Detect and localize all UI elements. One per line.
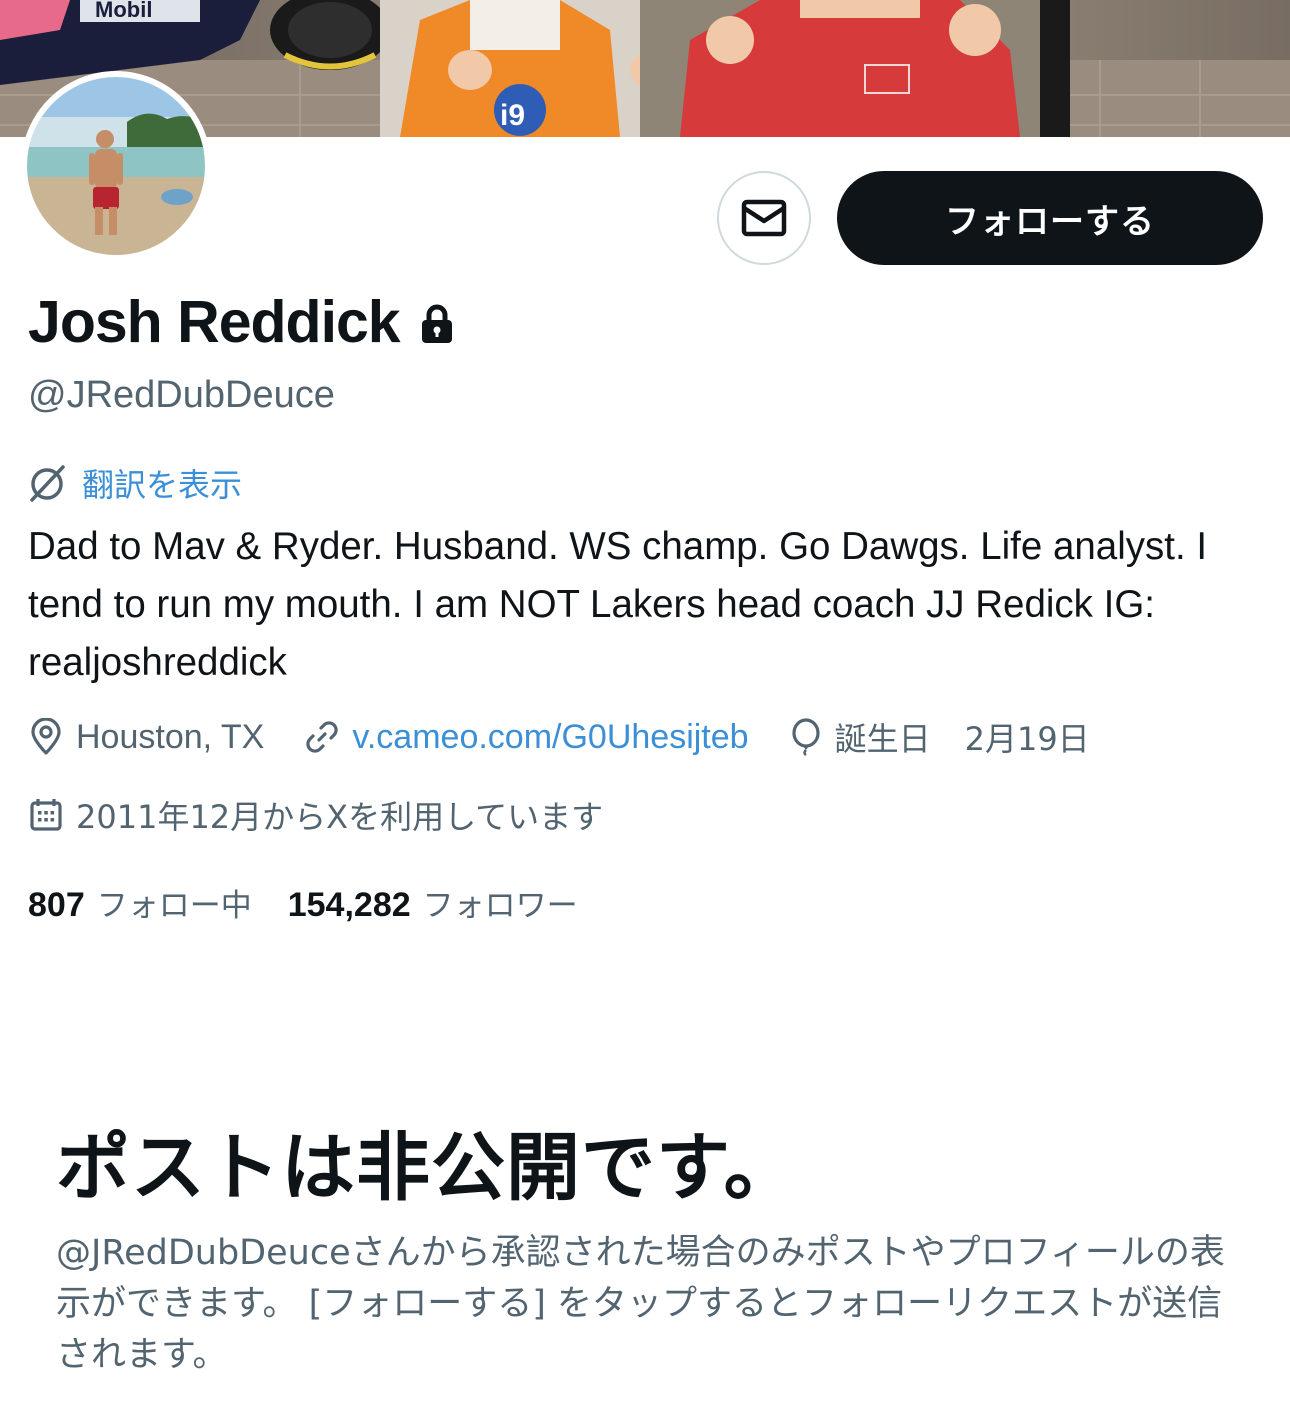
private-posts-title: ポストは非公開です。 [56,1125,799,1211]
following-stat[interactable]: 807 フォロー中 [28,880,252,925]
followers-stat[interactable]: 154,282 フォロワー [288,880,578,925]
join-date: 2011年12月からXを利用しています [28,792,603,838]
balloon-icon [789,718,823,756]
svg-text:i9: i9 [500,99,525,132]
envelope-icon [741,199,787,237]
birthday-date: 2月19日 [964,720,1090,758]
followers-count: 154,282 [287,886,411,924]
following-count: 807 [28,886,85,924]
profile-name: Josh Reddick [28,289,401,355]
calendar-icon [28,797,64,833]
profile-meta-row: Houston, TX v.cameo.com/G0Uhesijteb 誕生日 … [28,714,1130,760]
join-date-text: 2011年12月からXを利用しています [76,798,604,836]
link-icon [304,719,340,755]
location-text: Houston, TX [76,717,265,756]
follow-stats: 807 フォロー中 154,282 フォロワー [28,880,614,925]
profile-bio: Dad to Mav & Ryder. Husband. WS champ. G… [28,525,1208,684]
website[interactable]: v.cameo.com/G0Uhesijteb [304,718,749,757]
lock-icon [420,304,454,344]
birthday: 誕生日 2月19日 [789,714,1090,760]
message-button[interactable] [717,171,811,265]
followers-label: フォロワー [422,888,578,924]
private-posts-description: @JRedDubDeuceさんから承認された場合のみポストやプロフィールの表示が… [56,1233,1225,1375]
translate-label: 翻訳を表示 [82,466,243,504]
profile-join-row: 2011年12月からXを利用しています [28,792,643,838]
svg-text:Mobil: Mobil [95,0,152,22]
following-label: フォロー中 [96,888,252,924]
follow-button[interactable]: フォローする [837,171,1263,265]
location-pin-icon [28,718,64,756]
avatar-frame [21,71,211,261]
avatar[interactable] [27,77,205,255]
translate-link[interactable]: 翻訳を表示 [26,460,242,506]
website-link[interactable]: v.cameo.com/G0Uhesijteb [352,718,748,757]
profile-handle: @JRedDubDeuce [28,374,335,416]
location: Houston, TX [28,718,264,757]
translate-icon [26,462,68,504]
birthday-label: 誕生日 [834,720,931,758]
profile-name-row: Josh Reddick [28,288,454,356]
